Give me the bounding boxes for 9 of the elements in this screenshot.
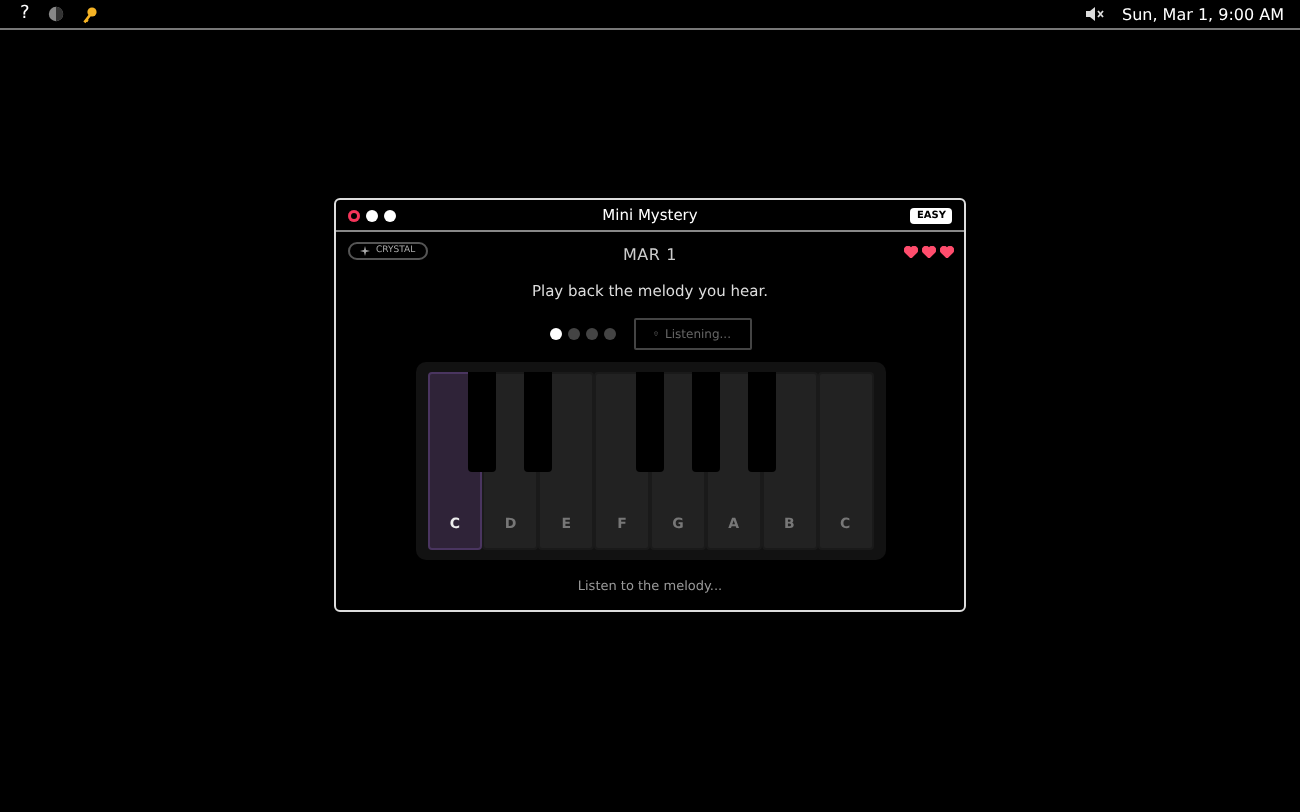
moon-icon[interactable]	[47, 6, 64, 22]
key-icon[interactable]	[81, 5, 98, 23]
help-icon[interactable]: ?	[20, 4, 30, 24]
close-button[interactable]	[348, 209, 360, 221]
date-heading: MAR 1	[622, 246, 678, 264]
clock-text: Sun, Mar 1, 9:00 AM	[1122, 5, 1284, 23]
speaker-icon[interactable]	[1086, 6, 1104, 22]
minimize-button[interactable]	[366, 209, 378, 221]
maximize-button[interactable]	[384, 209, 396, 221]
